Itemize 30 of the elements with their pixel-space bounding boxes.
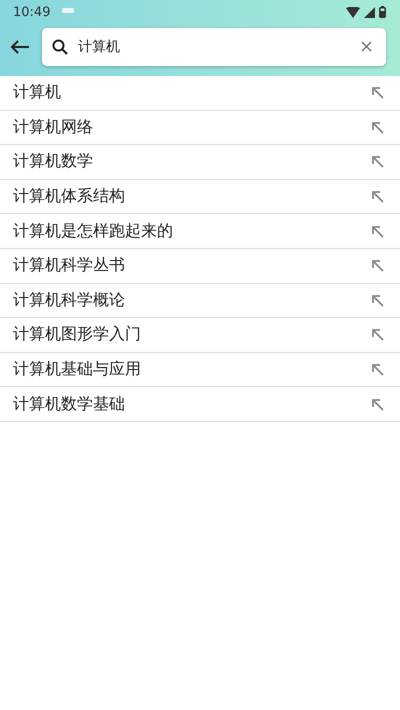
back-arrow-icon[interactable] [10,38,30,54]
fill-arrow-icon[interactable] [371,155,384,168]
search-icon [52,38,68,54]
suggestion-item[interactable]: 计算机图形学入门 [0,318,400,353]
suggestion-item[interactable]: 计算机体系结构 [0,180,400,214]
suggestion-item[interactable]: 计算机 [0,76,400,111]
signal-icon [364,6,375,18]
suggestion-item[interactable]: 计算机数学基础 [0,387,400,422]
fill-arrow-icon[interactable] [371,224,384,238]
fill-arrow-icon[interactable] [371,190,384,204]
status-time: 10:49 [13,4,50,20]
wifi-icon [346,6,360,18]
suggestion-item[interactable]: 计算机数学 [0,145,400,180]
fill-arrow-icon[interactable] [371,86,384,100]
clear-icon[interactable] [361,41,372,52]
fill-arrow-icon[interactable] [371,398,384,411]
suggestion-item[interactable]: 计算机基础与应用 [0,352,400,388]
suggestion-item[interactable]: 计算机网络 [0,110,400,146]
suggestion-item[interactable]: 计算机是怎样跑起来的 [0,214,400,249]
fill-arrow-icon[interactable] [371,363,384,376]
fill-arrow-icon[interactable] [371,294,384,307]
suggestion-item[interactable]: 计算机科学丛书 [0,248,400,284]
battery-icon [379,6,386,18]
search-input[interactable]: 计算机 [78,38,351,54]
search-field[interactable]: 计算机 [42,28,386,66]
suggestion-item[interactable]: 计算机科学概论 [0,284,400,318]
notification-icon [62,8,74,14]
fill-arrow-icon[interactable] [371,328,384,342]
fill-arrow-icon[interactable] [371,259,384,272]
fill-arrow-icon[interactable] [371,120,384,134]
